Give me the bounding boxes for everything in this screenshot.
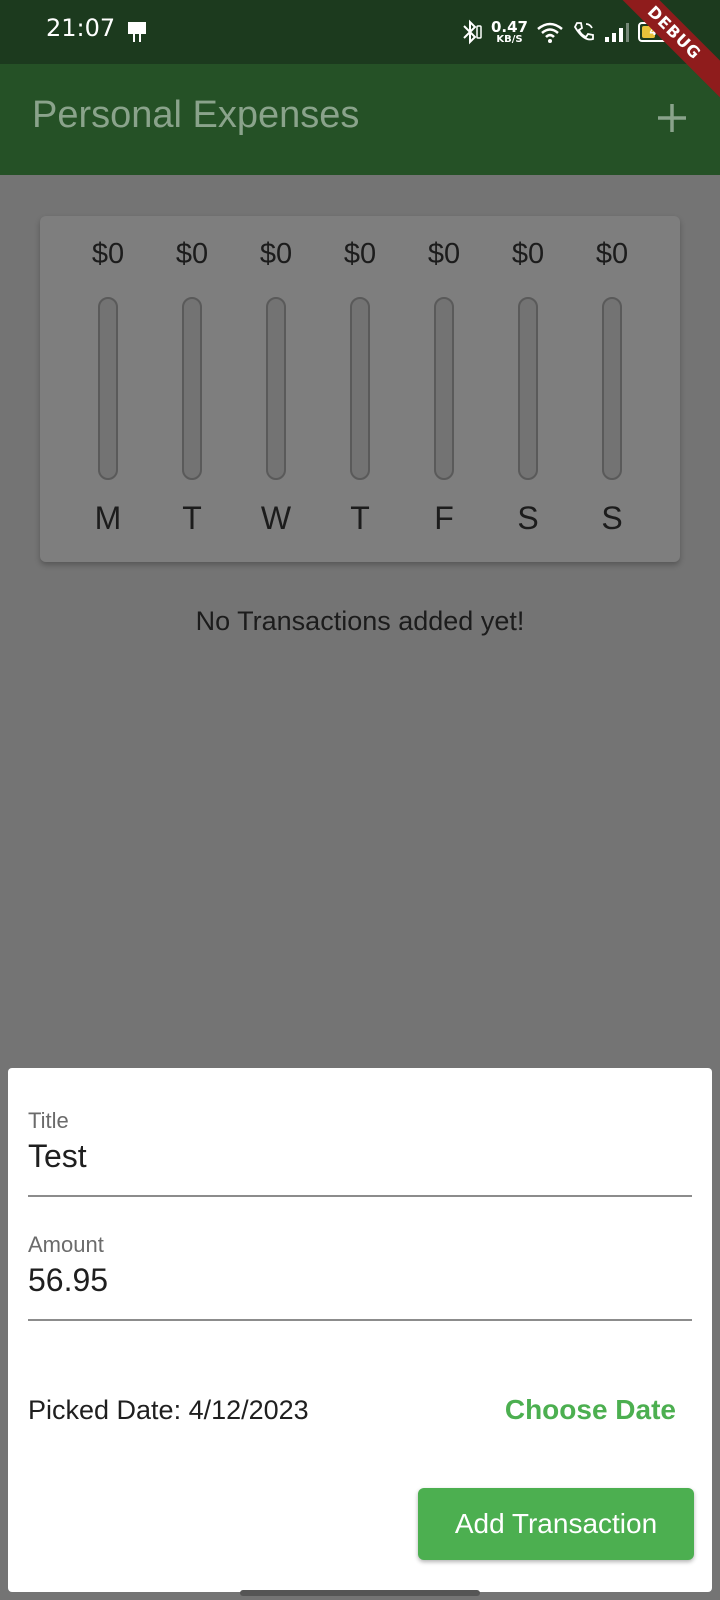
chart-bar-track <box>266 297 286 480</box>
chart-bar-amount: $0 <box>427 238 461 270</box>
amount-field-label: Amount <box>28 1232 104 1257</box>
chart-bar-column: $0 T <box>330 216 390 562</box>
chart-bar-amount: $0 <box>343 238 377 270</box>
chart-bar-column: $0 W <box>246 216 306 562</box>
add-transaction-button[interactable]: Add Transaction <box>418 1488 694 1560</box>
status-bar: 21:07 0.47 KB/S 4 <box>0 0 720 64</box>
status-time: 21:07 <box>46 14 116 42</box>
chart-bar-amount: $0 <box>91 238 125 270</box>
chart-bar-column: $0 S <box>498 216 558 562</box>
network-speed: 0.47 KB/S <box>490 17 528 45</box>
wifi-calling-icon <box>573 22 594 41</box>
chart-bar-day-label: S <box>601 500 623 536</box>
title-field-label: Title <box>28 1108 69 1133</box>
chart-bar-column: $0 S <box>582 216 642 562</box>
choose-date-button[interactable]: Choose Date <box>489 1394 692 1426</box>
amount-input[interactable] <box>28 1258 692 1321</box>
chart-bar-amount: $0 <box>511 238 545 270</box>
network-speed-value: 0.47 <box>490 17 528 36</box>
title-field[interactable]: Title <box>28 1108 692 1197</box>
chart-bar-day-label: T <box>182 500 202 536</box>
app-title: Personal Expenses <box>32 94 360 136</box>
chart-bar-day-label: F <box>434 500 454 536</box>
picked-date-text: Picked Date: 4/12/2023 <box>28 1394 309 1425</box>
chart-bar-day-label: T <box>350 500 370 536</box>
app-bar: Personal Expenses <box>0 64 720 175</box>
chart-bar-column: $0 T <box>162 216 222 562</box>
chart-bars: $0 M $0 T $0 W $0 T $0 F $0 S $0 S <box>40 216 680 562</box>
chart-bar-day-label: M <box>94 500 122 536</box>
chart-bar-column: $0 M <box>78 216 138 562</box>
chart-bar-track <box>518 297 538 480</box>
date-row: Picked Date: 4/12/2023 Choose Date <box>28 1390 692 1430</box>
chart-bar-day-label: W <box>260 500 292 536</box>
amount-field[interactable]: Amount <box>28 1232 692 1321</box>
network-speed-unit: KB/S <box>496 33 523 45</box>
wifi-icon <box>537 22 563 43</box>
chart-bar-amount: $0 <box>259 238 293 270</box>
empty-state-message: No Transactions added yet! <box>195 606 525 636</box>
chart-bar-amount: $0 <box>175 238 209 270</box>
chart-bar-track <box>434 297 454 480</box>
chart-bar-amount: $0 <box>595 238 629 270</box>
chart-bar-track <box>350 297 370 480</box>
chart-bar-track <box>602 297 622 480</box>
signal-icon <box>605 23 629 42</box>
title-input[interactable] <box>28 1134 692 1197</box>
home-indicator <box>240 1590 480 1596</box>
chart-bar-column: $0 F <box>414 216 474 562</box>
chart-bar-track <box>98 297 118 480</box>
bluetooth-icon <box>463 19 482 45</box>
weekly-chart-card: $0 M $0 T $0 W $0 T $0 F $0 S $0 S <box>40 216 680 562</box>
chart-bar-day-label: S <box>517 500 539 536</box>
new-transaction-sheet: Title Amount Picked Date: 4/12/2023 Choo… <box>8 1068 712 1592</box>
sim-card-icon <box>128 22 146 42</box>
chart-bar-track <box>182 297 202 480</box>
plus-icon[interactable] <box>652 98 692 138</box>
